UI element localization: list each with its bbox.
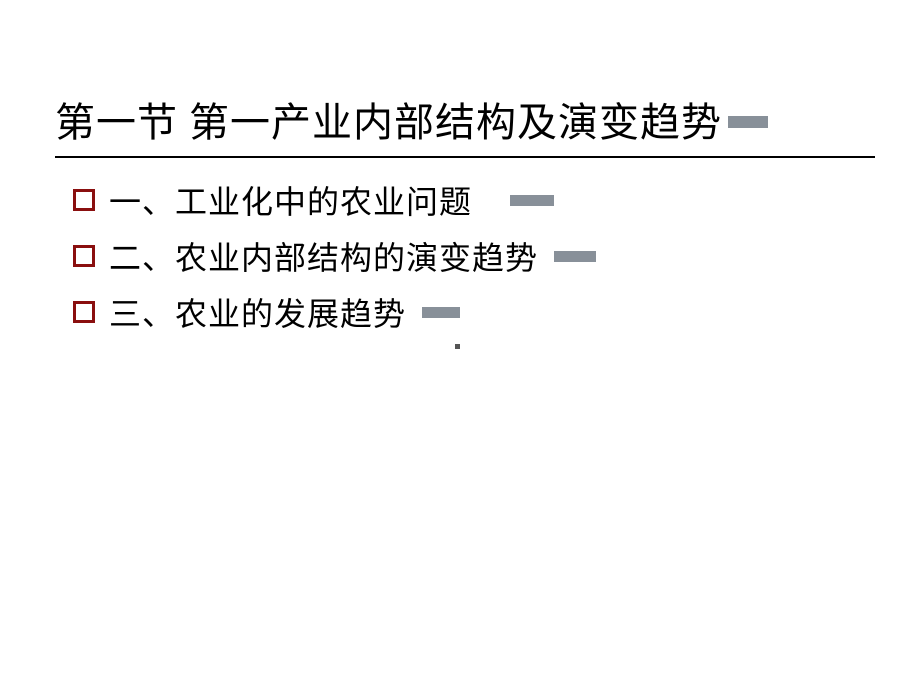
title-underline [55,156,875,158]
bullet-text: 一、工业化中的农业问题 [109,177,472,223]
bullet-square-icon [73,189,95,211]
bullet-square-icon [73,301,95,323]
bullet-accent-bar [422,307,460,318]
bullet-item-1: 一、工业化中的农业问题 [73,178,870,222]
bullet-item-2: 二、农业内部结构的演变趋势 [73,234,870,278]
center-marker-icon [455,344,460,349]
bullet-accent-bar [554,251,596,262]
bullet-text: 二、农业内部结构的演变趋势 [109,233,538,279]
bullet-square-icon [73,245,95,267]
bullet-text: 三、农业的发展趋势 [109,289,406,335]
slide-container: 第一节 第一产业内部结构及演变趋势 一、工业化中的农业问题 二、农业内部结构的演… [0,0,920,690]
bullet-list: 一、工业化中的农业问题 二、农业内部结构的演变趋势 三、农业的发展趋势 [55,178,870,334]
title-accent-bar [728,116,768,128]
bullet-item-3: 三、农业的发展趋势 [73,290,870,334]
title-row: 第一节 第一产业内部结构及演变趋势 [55,90,870,148]
slide-title: 第一节 第一产业内部结构及演变趋势 [55,90,722,148]
bullet-accent-bar [510,195,554,206]
